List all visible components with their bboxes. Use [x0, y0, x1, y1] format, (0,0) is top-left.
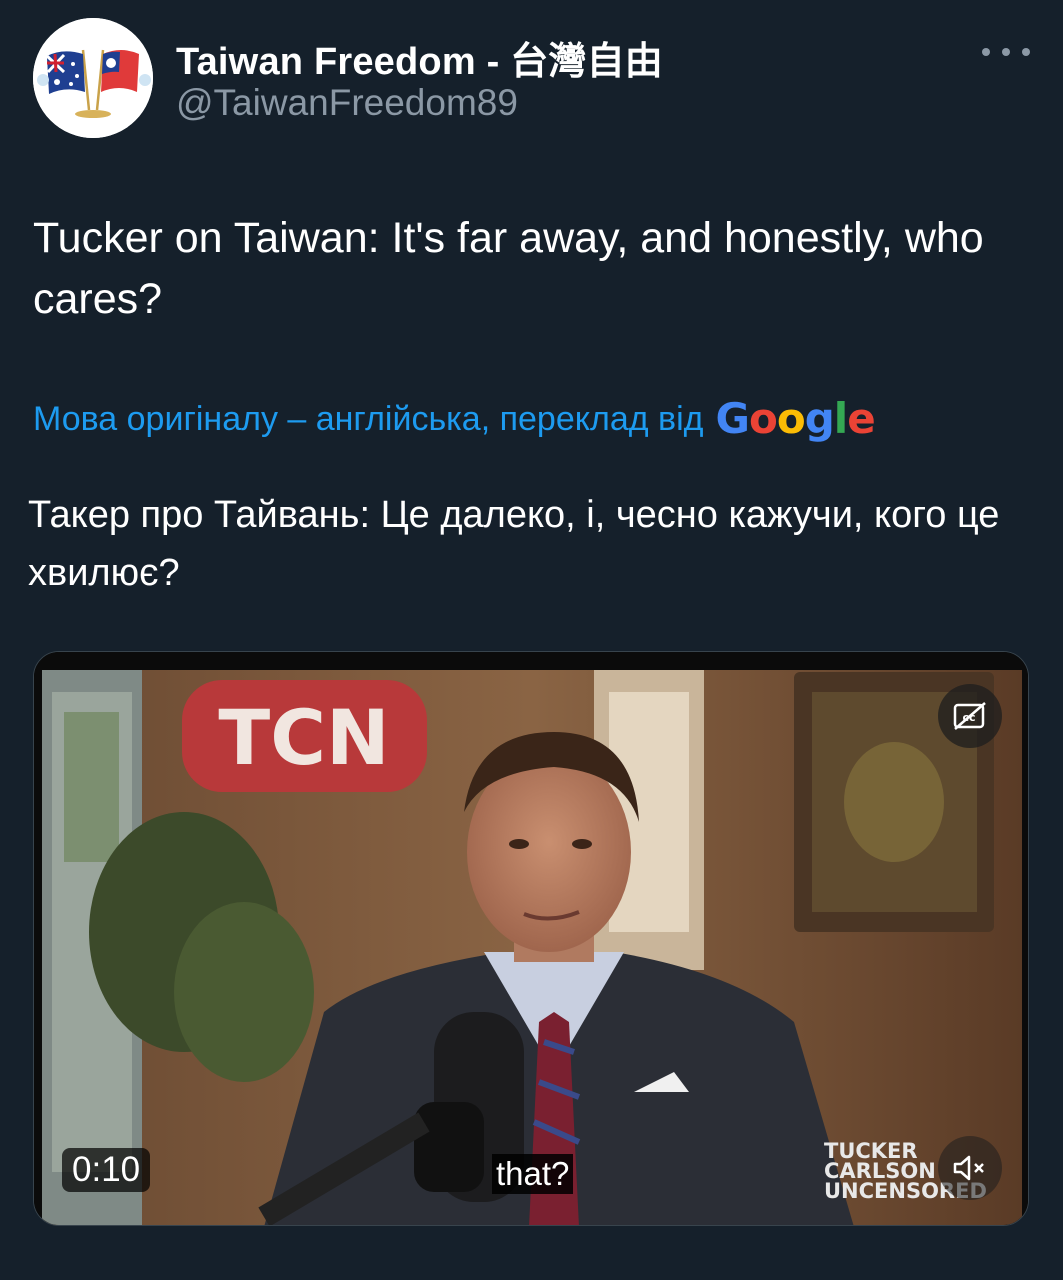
- google-logo-letter: G: [715, 394, 750, 443]
- google-logo-letter: l: [833, 394, 848, 443]
- author-avatar[interactable]: [33, 18, 153, 138]
- google-logo-letter: o: [748, 394, 778, 443]
- google-logo-letter: e: [847, 394, 875, 443]
- google-logo-letter: g: [804, 394, 835, 443]
- author-display-name[interactable]: Taiwan Freedom - 台灣自由: [176, 30, 663, 85]
- google-logo: Google: [716, 398, 876, 440]
- video-caption-text: that?: [492, 1154, 574, 1194]
- translated-tweet-text: Такер про Тайвань: Це далеко, і, чесно к…: [28, 494, 1000, 594]
- more-horizontal-icon-dot: [1022, 48, 1030, 56]
- tcn-sign: TCN: [182, 680, 427, 792]
- closed-captions-icon: cc: [953, 702, 986, 730]
- closed-captions-button[interactable]: cc: [938, 684, 1002, 748]
- video-time-badge: 0:10: [62, 1148, 151, 1192]
- more-horizontal-icon: [982, 48, 990, 56]
- google-logo-letter: o: [776, 394, 806, 443]
- tweet-text: Tucker on Taiwan: It's far away, and hon…: [33, 214, 984, 323]
- mute-toggle-button[interactable]: [938, 1136, 1002, 1200]
- translation-notice-text: Мова оригіналу – англійська, переклад ві…: [33, 399, 704, 438]
- translation-notice-link[interactable]: Мова оригіналу – англійська, переклад ві…: [33, 398, 876, 440]
- author-handle[interactable]: @TaiwanFreedom89: [176, 82, 518, 124]
- video-player[interactable]: TCN cc 0:10 that? TUCKER CARLSON UNCENSO…: [33, 651, 1029, 1226]
- avatar-flags-image: [33, 18, 153, 138]
- volume-muted-icon: [953, 1155, 984, 1181]
- more-horizontal-icon-dot: [1002, 48, 1010, 56]
- tcn-sign-text: TCN: [218, 693, 389, 782]
- more-options-button[interactable]: [982, 36, 1030, 68]
